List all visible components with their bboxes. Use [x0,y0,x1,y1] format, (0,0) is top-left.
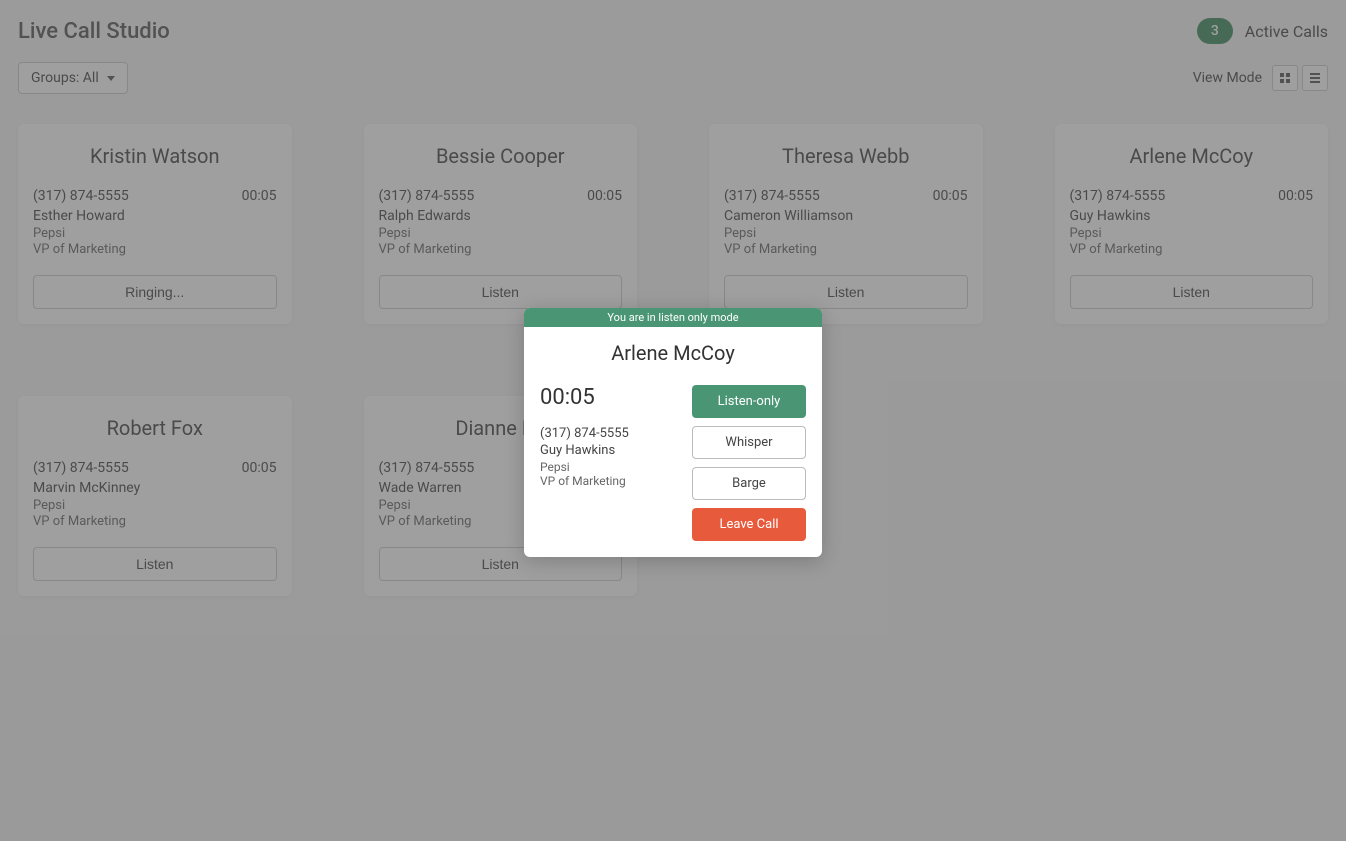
modal-overlay[interactable]: You are in listen only mode Arlene McCoy… [0,0,1346,841]
modal-contact: Guy Hawkins [540,443,678,458]
modal-caller-name: Arlene McCoy [540,341,806,365]
modal-phone: (317) 874-5555 [540,426,678,441]
listen-only-button[interactable]: Listen-only [692,385,806,418]
whisper-button[interactable]: Whisper [692,426,806,459]
leave-call-button[interactable]: Leave Call [692,508,806,541]
modal-timer: 00:05 [540,385,678,410]
modal-company: Pepsi [540,460,678,474]
modal-mode-banner: You are in listen only mode [524,308,822,327]
call-modal: You are in listen only mode Arlene McCoy… [524,308,822,557]
barge-button[interactable]: Barge [692,467,806,500]
modal-role: VP of Marketing [540,474,678,488]
